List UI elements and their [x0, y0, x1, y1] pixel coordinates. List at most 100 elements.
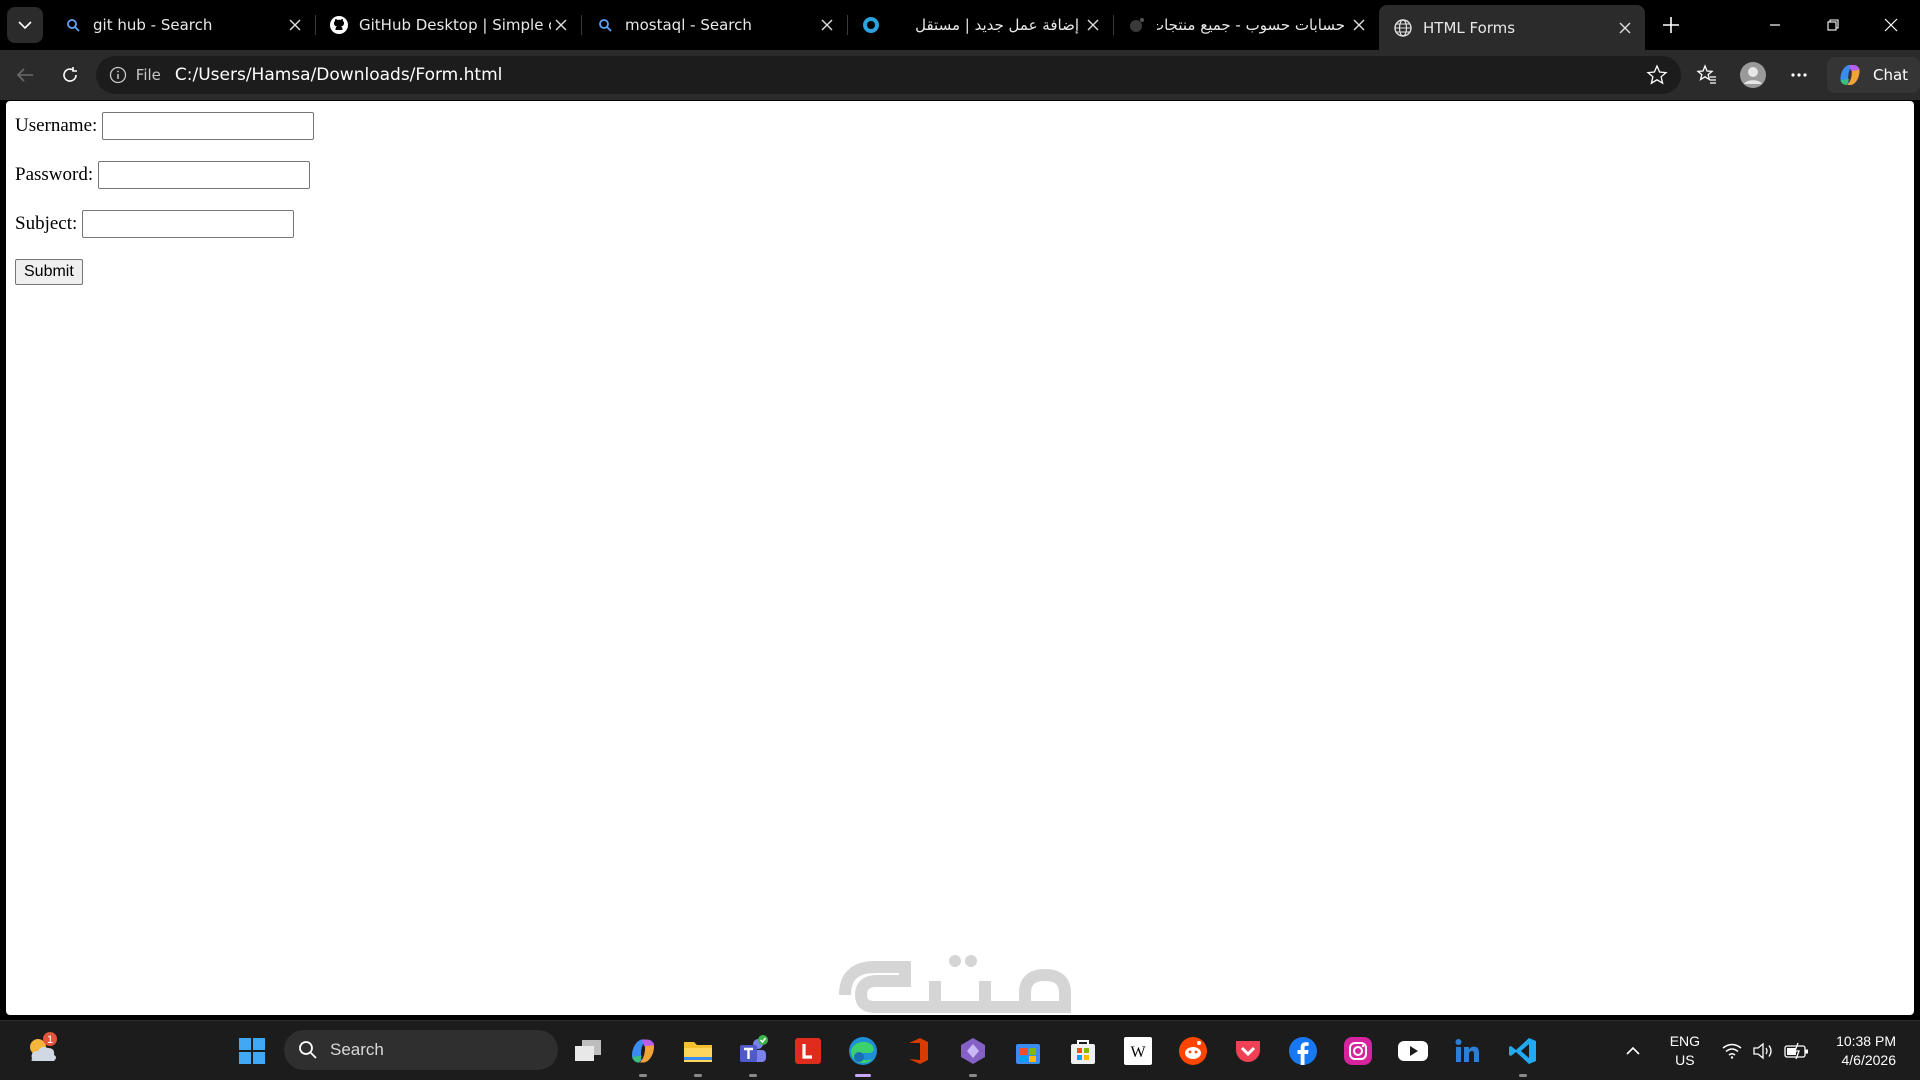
github-icon	[329, 15, 349, 35]
settings-more-button[interactable]	[1779, 55, 1819, 95]
visual-studio-app[interactable]	[953, 1031, 993, 1077]
show-hidden-icons-button[interactable]	[1618, 1046, 1648, 1056]
username-input[interactable]	[102, 112, 315, 140]
close-window-button[interactable]	[1862, 0, 1920, 50]
url-text[interactable]: C:/Users/Hamsa/Downloads/Form.html	[175, 65, 1645, 85]
password-label: Password:	[15, 164, 94, 185]
language-indicator[interactable]: ENG US	[1670, 1032, 1700, 1070]
tab-hsoub-accounts[interactable]: حسابات حسوب - جميع منتجات	[1113, 5, 1379, 45]
lightshot-app[interactable]	[788, 1031, 828, 1071]
youtube-app[interactable]	[1393, 1031, 1433, 1071]
profile-button[interactable]	[1733, 55, 1773, 95]
favorites-icon	[1696, 64, 1717, 84]
task-view-icon	[575, 1040, 601, 1061]
quick-settings[interactable]	[1722, 1042, 1810, 1060]
svg-text:W: W	[1130, 1044, 1146, 1061]
close-tab-icon[interactable]	[1083, 15, 1103, 35]
clock[interactable]: 10:38 PM 4/6/2026	[1836, 1032, 1896, 1070]
password-row: Password:	[15, 159, 314, 191]
window-controls	[1746, 0, 1920, 50]
vscode-icon	[1509, 1038, 1536, 1064]
file-explorer-app[interactable]	[678, 1031, 718, 1077]
submit-button[interactable]: Submit	[15, 259, 83, 285]
keyboard-region: US	[1675, 1052, 1695, 1068]
vscode-app[interactable]	[1503, 1031, 1543, 1077]
close-tab-icon[interactable]	[285, 15, 305, 35]
task-view-button[interactable]	[568, 1031, 608, 1071]
tab-html-forms[interactable]: HTML Forms	[1379, 5, 1645, 50]
tab-list: git hub - Search GitHub Desktop | Simple…	[49, 0, 1645, 50]
copilot-chat-button[interactable]: Chat	[1826, 57, 1920, 93]
microsoft-store-icon	[1071, 1040, 1095, 1064]
mostaql-icon	[861, 15, 881, 35]
edge-app[interactable]	[843, 1031, 883, 1077]
tab-actions-menu-button[interactable]	[7, 7, 43, 43]
running-indicator	[855, 1074, 871, 1077]
teams-app[interactable]	[733, 1031, 773, 1077]
minimize-icon	[1770, 24, 1780, 26]
avatar-icon	[1740, 62, 1767, 88]
site-info-icon[interactable]	[108, 65, 128, 85]
subject-input[interactable]	[82, 210, 295, 238]
weather-badge: 1	[47, 1034, 53, 1046]
running-indicator	[694, 1074, 702, 1077]
ms-store-app[interactable]	[1063, 1031, 1103, 1071]
wifi-icon	[1722, 1043, 1742, 1059]
address-bar[interactable]: File C:/Users/Hamsa/Downloads/Form.html	[95, 56, 1682, 94]
tab-title: mostaql - Search	[625, 16, 752, 34]
back-button[interactable]	[5, 55, 45, 95]
close-tab-icon[interactable]	[1615, 18, 1635, 38]
url-scheme-label: File	[135, 66, 161, 84]
copilot-app[interactable]	[623, 1031, 663, 1077]
subject-label: Subject:	[15, 213, 78, 234]
reddit-icon	[1179, 1037, 1207, 1065]
refresh-button[interactable]	[50, 55, 90, 95]
tab-title: إضافة عمل جديد | مستقل	[915, 16, 1079, 34]
refresh-icon	[63, 67, 77, 82]
close-tab-icon[interactable]	[551, 15, 571, 35]
tab-git-hub-search[interactable]: git hub - Search	[49, 5, 315, 45]
tab-mostaql-add-work[interactable]: إضافة عمل جديد | مستقل	[847, 5, 1113, 45]
tab-mostaql-search[interactable]: mostaql - Search	[581, 5, 847, 45]
close-tab-icon[interactable]	[817, 15, 837, 35]
windows-start-icon	[239, 1038, 265, 1064]
lightshot-icon	[795, 1038, 821, 1064]
running-indicator	[1519, 1074, 1527, 1077]
favorite-star-icon[interactable]	[1645, 63, 1669, 87]
office-icon	[909, 1038, 928, 1064]
favorites-button[interactable]	[1687, 55, 1727, 95]
windows-taskbar: 1 Search W ENG US 10:38 PM 4/6/2026	[0, 1020, 1920, 1080]
start-button[interactable]	[232, 1031, 272, 1071]
pocket-app[interactable]	[1228, 1031, 1268, 1071]
reddit-app[interactable]	[1173, 1031, 1213, 1071]
wikipedia-icon: W	[1124, 1037, 1152, 1065]
tab-github-desktop[interactable]: GitHub Desktop | Simple colla	[315, 5, 581, 45]
minimize-button[interactable]	[1746, 0, 1804, 50]
linkedin-app[interactable]	[1448, 1031, 1488, 1071]
store-bag-blue-icon	[1016, 1044, 1040, 1064]
pocket-icon	[1236, 1041, 1260, 1062]
taskbar-search[interactable]: Search	[284, 1030, 558, 1070]
clock-date: 4/6/2026	[1841, 1052, 1897, 1068]
restore-icon	[1827, 19, 1839, 31]
instagram-icon	[1344, 1037, 1372, 1065]
bing-search-icon	[63, 15, 83, 35]
password-input[interactable]	[98, 161, 311, 189]
office-app[interactable]	[898, 1031, 938, 1071]
chevron-up-icon	[1626, 1046, 1640, 1055]
visual-studio-icon	[961, 1038, 985, 1064]
chat-label: Chat	[1872, 66, 1909, 84]
facebook-app[interactable]	[1283, 1031, 1323, 1071]
new-tab-button[interactable]	[1651, 5, 1691, 45]
close-tab-icon[interactable]	[1349, 15, 1369, 35]
weather-widget-icon[interactable]: 1	[22, 1029, 62, 1069]
system-tray: ENG US 10:38 PM 4/6/2026	[1618, 1021, 1920, 1080]
volume-icon	[1753, 1042, 1772, 1060]
copilot-icon	[632, 1039, 654, 1063]
restore-button[interactable]	[1804, 0, 1862, 50]
instagram-app[interactable]	[1338, 1031, 1378, 1071]
ms-store-blue-app[interactable]	[1008, 1031, 1048, 1071]
linkedin-icon	[1455, 1039, 1479, 1062]
wikipedia-app[interactable]: W	[1118, 1031, 1158, 1071]
tab-title: GitHub Desktop | Simple colla	[359, 16, 551, 34]
